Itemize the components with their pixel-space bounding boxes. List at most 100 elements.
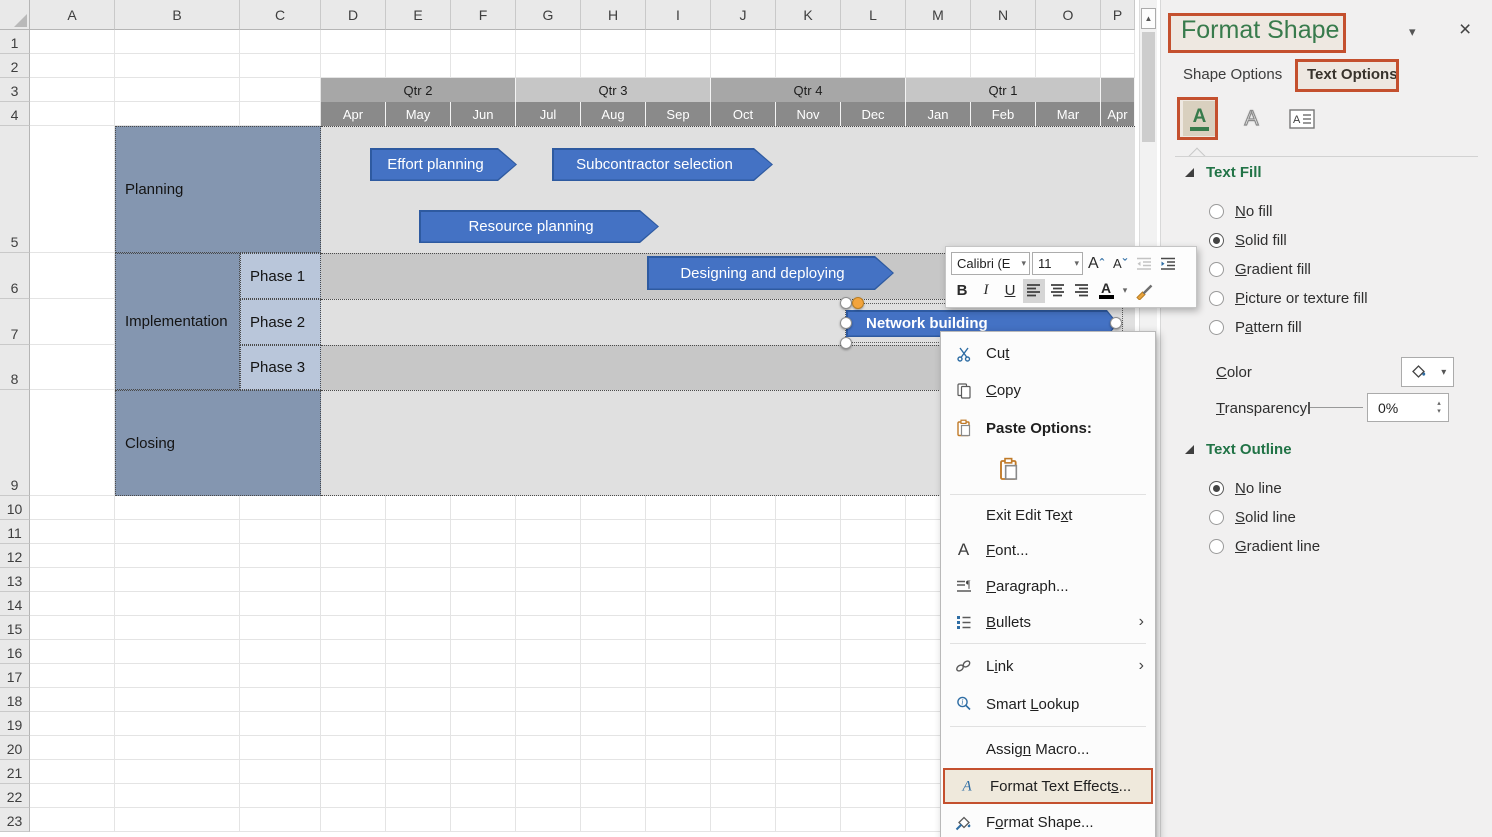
menu-item-paragraph[interactable]: ¶ Paragraph... xyxy=(941,568,1155,604)
scrollbar-thumb[interactable] xyxy=(1142,32,1155,142)
row-header[interactable]: 8 xyxy=(0,345,30,390)
menu-item-bullets[interactable]: Bullets › xyxy=(941,604,1155,640)
font-color-button[interactable]: A xyxy=(1095,279,1117,303)
spin-down-icon[interactable]: ▾ xyxy=(1437,408,1441,416)
italic-button[interactable]: I xyxy=(975,279,997,303)
row-header[interactable]: 20 xyxy=(0,736,30,760)
row-header[interactable]: 16 xyxy=(0,640,30,664)
column-header[interactable]: G xyxy=(516,0,581,30)
tab-text-options[interactable]: Text Options xyxy=(1307,66,1398,83)
task-bar-resource-planning[interactable]: Resource planning xyxy=(419,210,659,243)
select-all-corner[interactable] xyxy=(0,0,30,30)
font-color-dropdown[interactable]: ▾ xyxy=(1119,279,1131,303)
column-header[interactable]: C xyxy=(240,0,321,30)
task-bar-designing-deploying[interactable]: Designing and deploying xyxy=(647,256,894,290)
row-header[interactable]: 7 xyxy=(0,299,30,345)
resize-handle-left[interactable] xyxy=(840,317,852,329)
column-header[interactable]: E xyxy=(386,0,451,30)
column-header[interactable]: M xyxy=(906,0,971,30)
font-name-combo[interactable]: Calibri (E▾ xyxy=(951,252,1030,275)
grow-font-button[interactable]: Aˆ xyxy=(1085,252,1107,276)
resize-handle-right[interactable] xyxy=(1110,317,1122,329)
radio-gradient-fill[interactable]: Gradient fill xyxy=(1209,259,1311,279)
column-header[interactable]: F xyxy=(451,0,516,30)
increase-indent-button[interactable] xyxy=(1157,252,1179,276)
row-header[interactable]: 6 xyxy=(0,253,30,299)
font-size-combo[interactable]: 11▾ xyxy=(1032,252,1083,275)
row-header[interactable]: 14 xyxy=(0,592,30,616)
bold-button[interactable]: B xyxy=(951,279,973,303)
row-header[interactable]: 5 xyxy=(0,126,30,253)
column-header[interactable]: H xyxy=(581,0,646,30)
text-outline-section-header[interactable]: Text Outline xyxy=(1185,441,1292,458)
row-header[interactable]: 9 xyxy=(0,390,30,496)
menu-item-exit-edit-text[interactable]: Exit Edit Text xyxy=(941,498,1155,532)
row-header[interactable]: 13 xyxy=(0,568,30,592)
radio-no-fill[interactable]: No fill xyxy=(1209,201,1273,221)
row-header[interactable]: 3 xyxy=(0,78,30,102)
menu-item-assign-macro[interactable]: Assign Macro... xyxy=(941,730,1155,768)
column-header[interactable]: B xyxy=(115,0,240,30)
menu-item-copy[interactable]: Copy xyxy=(941,372,1155,409)
underline-button[interactable]: U xyxy=(999,279,1021,303)
tab-shape-options[interactable]: Shape Options xyxy=(1183,66,1282,83)
text-fill-outline-icon[interactable]: A xyxy=(1183,101,1216,136)
row-header[interactable]: 15 xyxy=(0,616,30,640)
menu-item-cut[interactable]: Cut xyxy=(941,335,1155,372)
task-bar-effort-planning[interactable]: Effort planning xyxy=(370,148,517,181)
transparency-spinner[interactable]: 0% ▴▾ xyxy=(1367,393,1449,422)
format-painter-button[interactable] xyxy=(1133,279,1157,303)
task-bar-subcontractor-selection[interactable]: Subcontractor selection xyxy=(552,148,773,181)
spin-up-icon[interactable]: ▴ xyxy=(1437,400,1441,408)
scroll-up-button[interactable]: ▲ xyxy=(1141,8,1156,29)
radio-no-line[interactable]: No line xyxy=(1209,478,1282,498)
radio-gradient-line[interactable]: Gradient line xyxy=(1209,536,1320,556)
column-header[interactable]: N xyxy=(971,0,1036,30)
align-right-button[interactable] xyxy=(1071,279,1093,303)
column-header[interactable]: P xyxy=(1101,0,1135,30)
radio-solid-fill[interactable]: Solid fill xyxy=(1209,230,1287,250)
row-header[interactable]: 22 xyxy=(0,784,30,808)
menu-item-format-shape[interactable]: Format Shape... xyxy=(941,804,1155,837)
radio-picture-texture-fill[interactable]: Picture or texture fill xyxy=(1209,288,1368,308)
row-header[interactable]: 1 xyxy=(0,30,30,54)
row-header[interactable]: 17 xyxy=(0,664,30,688)
resize-handle-bottom-left[interactable] xyxy=(840,337,852,349)
pane-menu-chevron-icon[interactable]: ▾ xyxy=(1409,24,1416,40)
decrease-indent-button[interactable] xyxy=(1133,252,1155,276)
text-fill-color-button[interactable]: ▾ xyxy=(1401,357,1454,387)
align-left-button[interactable] xyxy=(1023,279,1045,303)
adjust-handle[interactable] xyxy=(852,297,864,309)
radio-solid-line[interactable]: Solid line xyxy=(1209,507,1296,527)
row-header[interactable]: 18 xyxy=(0,688,30,712)
menu-item-font[interactable]: A Font... xyxy=(941,532,1155,568)
shrink-font-button[interactable]: Aˇ xyxy=(1109,252,1131,276)
column-header[interactable]: L xyxy=(841,0,906,30)
paste-option-keep-formatting[interactable] xyxy=(941,447,1155,491)
menu-item-format-text-effects[interactable]: A Format Text Effects... xyxy=(943,768,1153,804)
column-header[interactable]: I xyxy=(646,0,711,30)
textbox-tab-icon[interactable]: A xyxy=(1285,101,1318,136)
transparency-slider-track[interactable] xyxy=(1310,407,1363,408)
transparency-slider-handle[interactable] xyxy=(1308,402,1310,414)
column-header[interactable]: D xyxy=(321,0,386,30)
row-header[interactable]: 2 xyxy=(0,54,30,78)
column-header[interactable]: A xyxy=(30,0,115,30)
resize-handle-top-left[interactable] xyxy=(840,297,852,309)
row-header[interactable]: 19 xyxy=(0,712,30,736)
column-header[interactable]: O xyxy=(1036,0,1101,30)
align-center-button[interactable] xyxy=(1047,279,1069,303)
menu-item-smart-lookup[interactable]: i Smart Lookup xyxy=(941,685,1155,723)
radio-pattern-fill[interactable]: Pattern fill xyxy=(1209,317,1302,337)
row-header[interactable]: 21 xyxy=(0,760,30,784)
row-header[interactable]: 23 xyxy=(0,808,30,832)
menu-item-link[interactable]: Link › xyxy=(941,647,1155,685)
row-header[interactable]: 12 xyxy=(0,544,30,568)
pane-close-icon[interactable]: × xyxy=(1459,18,1471,42)
row-header[interactable]: 11 xyxy=(0,520,30,544)
column-header[interactable]: K xyxy=(776,0,841,30)
text-fill-section-header[interactable]: Text Fill xyxy=(1185,164,1262,181)
row-header[interactable]: 10 xyxy=(0,496,30,520)
text-effects-tab-icon[interactable]: A xyxy=(1235,101,1268,136)
column-header[interactable]: J xyxy=(711,0,776,30)
